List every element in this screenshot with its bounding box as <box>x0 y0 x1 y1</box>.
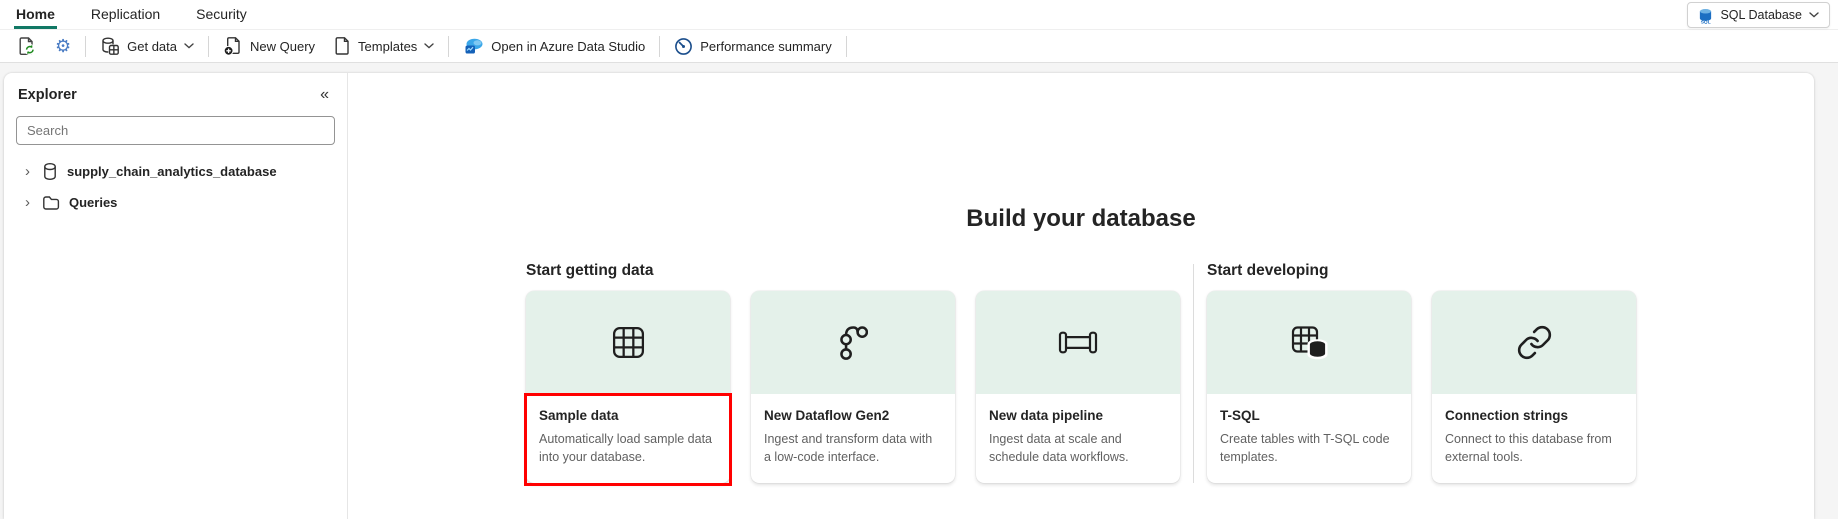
link-icon <box>1516 324 1553 361</box>
toolbar-divider <box>846 36 847 57</box>
settings-button[interactable]: ⚙ <box>46 33 80 60</box>
chevron-down-icon <box>424 43 434 49</box>
workspace-panel: Explorer « › supply_chain_analytics_data… <box>4 73 1814 519</box>
new-query-icon <box>223 36 243 56</box>
open-ads-label: Open in Azure Data Studio <box>491 39 645 54</box>
card-title: T-SQL <box>1220 408 1398 423</box>
pipeline-icon <box>1058 331 1098 354</box>
explorer-sidebar: Explorer « › supply_chain_analytics_data… <box>4 73 348 519</box>
card-description: Create tables with T-SQL code templates. <box>1220 431 1398 467</box>
toolbar-divider <box>85 36 86 57</box>
tab-home[interactable]: Home <box>14 1 57 29</box>
open-azure-data-studio-button[interactable]: Open in Azure Data Studio <box>454 33 654 60</box>
search-input[interactable] <box>16 116 335 145</box>
table-database-icon <box>1290 324 1328 361</box>
performance-summary-button[interactable]: Performance summary <box>665 33 840 60</box>
card-description: Automatically load sample data into your… <box>539 431 717 467</box>
card-title: New data pipeline <box>989 408 1167 423</box>
tab-replication[interactable]: Replication <box>89 1 162 29</box>
templates-label: Templates <box>358 39 417 54</box>
performance-gauge-icon <box>674 37 693 56</box>
card-sample-data[interactable]: Sample data Automatically load sample da… <box>526 291 730 483</box>
toolbar-divider <box>448 36 449 57</box>
refresh-button[interactable] <box>8 33 46 60</box>
toolbar-divider <box>208 36 209 57</box>
card-title: Connection strings <box>1445 408 1623 423</box>
card-connection-strings[interactable]: Connection strings Connect to this datab… <box>1432 291 1636 483</box>
section-divider <box>1193 264 1194 483</box>
content-area: Explorer « › supply_chain_analytics_data… <box>0 64 1838 509</box>
get-data-database-icon <box>100 36 120 56</box>
sql-database-icon: SQL <box>1698 7 1713 24</box>
card-t-sql[interactable]: T-SQL Create tables with T-SQL code temp… <box>1207 291 1411 483</box>
top-tab-bar: Home Replication Security SQL SQL Databa… <box>0 0 1838 30</box>
section-start-getting-data: Start getting data <box>526 262 1180 483</box>
gear-icon: ⚙ <box>55 37 71 55</box>
chevron-down-icon <box>1809 12 1819 18</box>
section-start-developing: Start developing <box>1207 262 1636 483</box>
database-icon <box>42 162 58 181</box>
toolbar-divider <box>659 36 660 57</box>
card-title: Sample data <box>539 408 717 423</box>
card-description: Ingest data at scale and schedule data w… <box>989 431 1167 467</box>
azure-data-studio-icon <box>463 36 484 56</box>
context-button-label: SQL Database <box>1720 8 1802 22</box>
new-query-label: New Query <box>250 39 315 54</box>
explorer-title: Explorer <box>18 87 77 103</box>
section-label: Start developing <box>1207 262 1636 280</box>
get-data-label: Get data <box>127 39 177 54</box>
tab-security[interactable]: Security <box>194 1 249 29</box>
grid-icon <box>610 324 647 361</box>
sql-database-context-button[interactable]: SQL SQL Database <box>1687 2 1830 28</box>
card-description: Ingest and transform data with a low-cod… <box>764 431 942 467</box>
chevron-right-icon: › <box>25 195 33 210</box>
tree-item-label: supply_chain_analytics_database <box>67 164 277 179</box>
explorer-tree: › supply_chain_analytics_database › <box>16 156 335 218</box>
refresh-document-icon <box>17 36 37 56</box>
dataflow-icon <box>838 324 868 361</box>
main-area: Build your database Start getting data <box>348 73 1814 519</box>
card-description: Connect to this database from external t… <box>1445 431 1623 467</box>
get-data-button[interactable]: Get data <box>91 33 203 60</box>
card-new-data-pipeline[interactable]: New data pipeline Ingest data at scale a… <box>976 291 1180 483</box>
performance-label: Performance summary <box>700 39 831 54</box>
card-new-dataflow-gen2[interactable]: New Dataflow Gen2 Ingest and transform d… <box>751 291 955 483</box>
collapse-sidebar-icon[interactable]: « <box>316 86 333 104</box>
card-title: New Dataflow Gen2 <box>764 408 942 423</box>
section-label: Start getting data <box>526 262 1180 280</box>
new-query-button[interactable]: New Query <box>214 33 324 60</box>
chevron-right-icon: › <box>25 164 33 179</box>
templates-button[interactable]: Templates <box>324 33 443 60</box>
svg-text:SQL: SQL <box>1701 19 1711 23</box>
toolbar: ⚙ Get data New Query <box>0 30 1838 63</box>
tree-item-label: Queries <box>69 195 117 210</box>
page-title: Build your database <box>348 205 1814 233</box>
template-document-icon <box>333 36 351 56</box>
folder-icon <box>42 195 60 211</box>
tree-item-queries[interactable]: › Queries <box>16 187 335 218</box>
tree-item-database[interactable]: › supply_chain_analytics_database <box>16 156 335 187</box>
chevron-down-icon <box>184 43 194 49</box>
